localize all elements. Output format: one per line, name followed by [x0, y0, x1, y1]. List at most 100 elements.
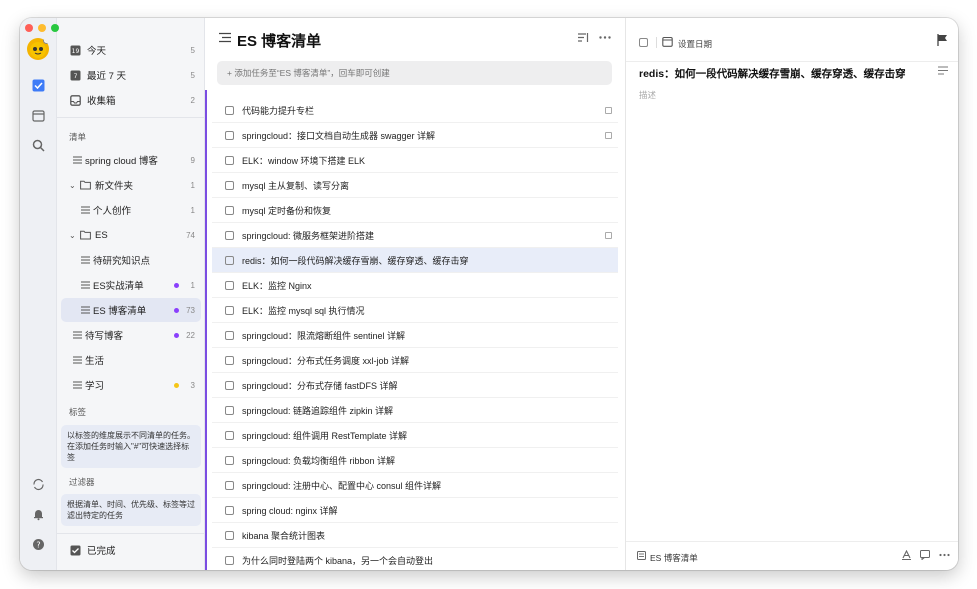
task-checkbox[interactable]	[225, 305, 234, 315]
detail-complete-checkbox[interactable]	[639, 38, 648, 47]
task-row[interactable]: springcloud: 组件调用 RestTemplate 详解	[212, 423, 618, 448]
task-checkbox[interactable]	[225, 155, 234, 165]
search-nav-button[interactable]	[30, 137, 46, 153]
task-checkbox[interactable]	[225, 355, 234, 365]
task-row[interactable]: 为什么同时登陆两个 kibana，另一个会自动登出	[212, 548, 618, 570]
comment-button[interactable]	[920, 550, 930, 562]
task-title[interactable]: redis：如何一段代码解决缓存雪崩、缓存穿透、缓存击穿	[242, 254, 469, 267]
priority-flag-button[interactable]	[937, 34, 948, 49]
zoom-window-button[interactable]	[51, 24, 59, 32]
detail-footer-list-name[interactable]: ES 博客清单	[650, 552, 698, 564]
set-date-label[interactable]: 设置日期	[678, 38, 712, 50]
task-title[interactable]: mysql 定时备份和恢复	[242, 204, 331, 217]
sidebar-item-study[interactable]: 学习 3	[61, 373, 201, 397]
task-title[interactable]: springcloud: 链路追踪组件 zipkin 详解	[242, 404, 393, 417]
sidebar-item-completed[interactable]: 已完成	[61, 538, 201, 562]
task-title[interactable]: springcloud：分布式任务调度 xxl-job 详解	[242, 354, 409, 367]
task-checkbox[interactable]	[225, 105, 234, 115]
more-options-button[interactable]	[599, 32, 611, 46]
avatar[interactable]	[27, 38, 49, 60]
task-checkbox[interactable]	[225, 280, 234, 290]
task-title[interactable]: springcloud: 微服务框架进阶搭建	[242, 229, 374, 242]
task-checkbox[interactable]	[225, 530, 234, 540]
task-row[interactable]: mysql 定时备份和恢复	[212, 198, 618, 223]
task-row[interactable]: springcloud：分布式任务调度 xxl-job 详解	[212, 348, 618, 373]
sidebar-item-today[interactable]: 19 今天 5	[61, 38, 201, 62]
task-row[interactable]: kibana 聚合统计图表	[212, 523, 618, 548]
add-task-input[interactable]	[227, 68, 587, 78]
calendar-nav-button[interactable]	[30, 107, 46, 123]
list-move-button[interactable]	[637, 551, 646, 562]
task-checkbox[interactable]	[225, 430, 234, 440]
task-checkbox[interactable]	[225, 255, 234, 265]
sidebar-item-to-write-blog[interactable]: 待写博客 22	[61, 323, 201, 347]
detail-text-options-button[interactable]	[938, 66, 948, 78]
sidebar-item-to-research[interactable]: 待研究知识点	[61, 248, 201, 272]
task-row[interactable]: spring cloud: nginx 详解	[212, 498, 618, 523]
task-title[interactable]: ELK：监控 mysql sql 执行情况	[242, 304, 365, 317]
task-checkbox[interactable]	[225, 230, 234, 240]
close-window-button[interactable]	[25, 24, 33, 32]
detail-description-input[interactable]: 描述	[639, 89, 656, 101]
task-checkbox[interactable]	[225, 205, 234, 215]
task-row[interactable]: redis：如何一段代码解决缓存雪崩、缓存穿透、缓存击穿	[212, 248, 618, 273]
task-title[interactable]: 为什么同时登陆两个 kibana，另一个会自动登出	[242, 554, 433, 567]
minimize-window-button[interactable]	[38, 24, 46, 32]
task-checkbox[interactable]	[225, 555, 234, 565]
sidebar-item-inbox[interactable]: 收集箱 2	[61, 88, 201, 112]
task-row[interactable]: ELK：window 环境下搭建 ELK	[212, 148, 618, 173]
text-format-button[interactable]	[902, 549, 911, 562]
task-row[interactable]: springcloud: 注册中心、配置中心 consul 组件详解	[212, 473, 618, 498]
task-title[interactable]: springcloud：接口文档自动生成器 swagger 详解	[242, 129, 435, 142]
task-checkbox[interactable]	[225, 330, 234, 340]
task-checkbox[interactable]	[225, 405, 234, 415]
task-title[interactable]: 代码能力提升专栏	[242, 104, 314, 117]
task-row[interactable]: ELK：监控 Nginx	[212, 273, 618, 298]
task-row[interactable]: mysql 主从复制、读写分离	[212, 173, 618, 198]
task-checkbox[interactable]	[225, 455, 234, 465]
task-title[interactable]: mysql 主从复制、读写分离	[242, 179, 349, 192]
sidebar-item-es-blog[interactable]: ES 博客清单 73	[61, 298, 201, 322]
sidebar-item-es-practice[interactable]: ES实战清单 1	[61, 273, 201, 297]
help-button[interactable]: ?	[30, 536, 46, 552]
task-title[interactable]: springcloud: 负载均衡组件 ribbon 详解	[242, 454, 395, 467]
add-task-bar[interactable]	[217, 61, 612, 85]
sync-button[interactable]	[30, 476, 46, 492]
collapse-sidebar-button[interactable]	[219, 32, 231, 46]
task-nav-button[interactable]	[30, 77, 46, 93]
task-title[interactable]: ELK：window 环境下搭建 ELK	[242, 154, 365, 167]
set-date-button[interactable]	[662, 36, 673, 50]
task-checkbox[interactable]	[225, 130, 234, 140]
task-title[interactable]: springcloud: 注册中心、配置中心 consul 组件详解	[242, 479, 441, 492]
task-title[interactable]: kibana 聚合统计图表	[242, 529, 325, 542]
task-title[interactable]: springcloud：限流熔断组件 sentinel 详解	[242, 329, 405, 342]
sort-button[interactable]	[578, 32, 589, 46]
chevron-down-icon[interactable]: ⌄	[69, 181, 76, 190]
task-row[interactable]: 代码能力提升专栏	[212, 98, 618, 123]
task-checkbox[interactable]	[225, 480, 234, 490]
task-row[interactable]: springcloud: 链路追踪组件 zipkin 详解	[212, 398, 618, 423]
task-row[interactable]: springcloud：分布式存储 fastDFS 详解	[212, 373, 618, 398]
detail-task-title[interactable]: redis：如何一段代码解决缓存雪崩、缓存穿透、缓存击穿	[639, 66, 906, 81]
task-row[interactable]: springcloud：限流熔断组件 sentinel 详解	[212, 323, 618, 348]
task-row[interactable]: springcloud: 微服务框架进阶搭建	[212, 223, 618, 248]
task-row[interactable]: springcloud: 负载均衡组件 ribbon 详解	[212, 448, 618, 473]
sidebar-item-new-folder[interactable]: ⌄ 新文件夹 1	[61, 173, 201, 197]
task-title[interactable]: springcloud: 组件调用 RestTemplate 详解	[242, 429, 407, 442]
task-row[interactable]: ELK：监控 mysql sql 执行情况	[212, 298, 618, 323]
task-row[interactable]: springcloud：接口文档自动生成器 swagger 详解	[212, 123, 618, 148]
sidebar-item-personal-creation[interactable]: 个人创作 1	[61, 198, 201, 222]
sidebar-item-next-7-days[interactable]: 7 最近 7 天 5	[61, 63, 201, 87]
sidebar-item-spring-cloud-blog[interactable]: spring cloud 博客 9	[61, 148, 201, 172]
task-checkbox[interactable]	[225, 505, 234, 515]
task-checkbox[interactable]	[225, 180, 234, 190]
chevron-down-icon[interactable]: ⌄	[69, 231, 76, 240]
task-title[interactable]: ELK：监控 Nginx	[242, 279, 312, 292]
task-title[interactable]: spring cloud: nginx 详解	[242, 504, 338, 517]
task-title[interactable]: springcloud：分布式存储 fastDFS 详解	[242, 379, 398, 392]
task-checkbox[interactable]	[225, 380, 234, 390]
notification-button[interactable]	[30, 506, 46, 522]
sidebar-item-life[interactable]: 生活	[61, 348, 201, 372]
sidebar-item-es[interactable]: ⌄ ES 74	[61, 223, 201, 247]
footer-more-button[interactable]	[939, 550, 950, 562]
